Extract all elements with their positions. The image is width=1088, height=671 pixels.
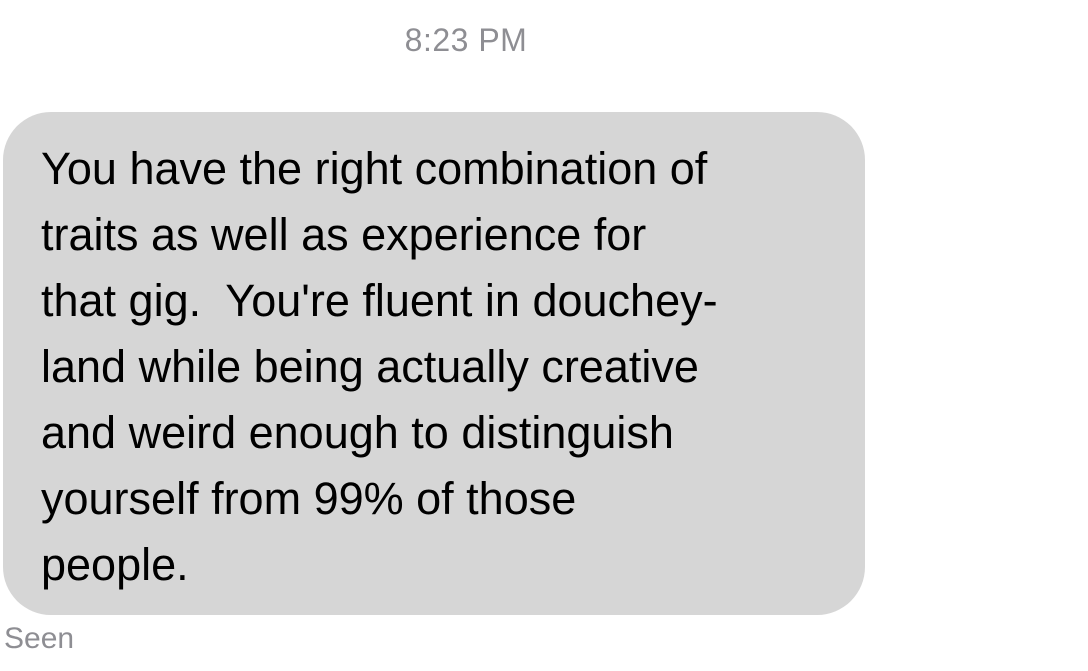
message-text-line: land while being actually creative (41, 341, 699, 392)
message-text-line: and weird enough to distinguish (41, 407, 674, 458)
message-text-line: yourself from 99% of those (41, 473, 577, 524)
message-thread: { "thread": { "timestamp": "8:23 PM", "m… (0, 0, 1088, 671)
message-text-line: traits as well as experience for (41, 209, 647, 260)
message-timestamp: 8:23 PM (404, 22, 528, 58)
message-text-line: that gig. You're fluent in douchey- (41, 275, 718, 326)
received-message-bubble[interactable]: You have the right combination of traits… (3, 112, 865, 615)
message-text-line: people. (41, 539, 189, 590)
read-receipt-status: Seen (4, 622, 75, 655)
message-text-line: You have the right combination of (41, 143, 708, 194)
